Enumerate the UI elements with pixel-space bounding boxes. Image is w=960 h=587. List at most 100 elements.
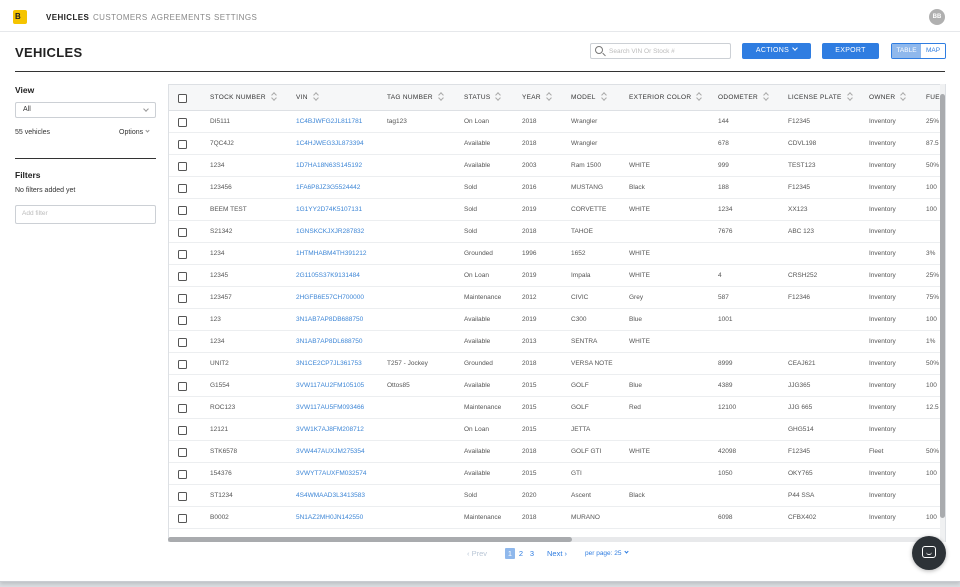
user-avatar[interactable]: BB [929,9,945,25]
table-row[interactable]: 123457 2HGFB6E57CH700000 Maintenance 2012 CI… [169,287,945,309]
vin-link[interactable]: 2G1105S37K9131484 [296,265,384,287]
vin-link[interactable]: 1FA6P8JZ3G5524442 [296,177,384,199]
vin-link[interactable]: 3VW117AU2FM105105 [296,375,384,397]
table-view-button[interactable]: TABLE [892,44,921,58]
sort-icon[interactable] [271,92,277,101]
table-row[interactable]: BEEM TEST 1G1YY2D74K5107131 Sold 2019 CORVET… [169,199,945,221]
row-checkbox[interactable] [178,470,187,479]
sort-icon[interactable] [696,92,702,101]
nav-agreements[interactable]: AGREEMENTS [151,13,211,22]
horizontal-scroll-thumb[interactable] [168,537,572,542]
sort-icon[interactable] [313,92,319,101]
sort-icon[interactable] [601,92,607,101]
table-row[interactable]: 1234 1HTMHABM4TH391212 Grounded 1996 1652 WHI… [169,243,945,265]
vin-link[interactable]: 1GNSKCKJXJR287832 [296,221,384,243]
row-checkbox[interactable] [178,448,187,457]
search-input[interactable] [609,45,727,57]
table-row[interactable]: 12345 2G1105S37K9131484 On Loan 2019 Impala W… [169,265,945,287]
row-checkbox[interactable] [178,206,187,215]
vin-link[interactable]: 1C4BJWFG2JL811781 [296,111,384,133]
row-checkbox[interactable] [178,360,187,369]
vertical-scrollbar[interactable] [940,84,945,542]
row-checkbox[interactable] [178,514,187,523]
row-checkbox[interactable] [178,426,187,435]
vin-link[interactable]: 1C4HJWEG3JL873394 [296,133,384,155]
row-checkbox[interactable] [178,404,187,413]
vin-link[interactable]: 4S4WMAAD3L3413583 [296,485,384,507]
table-row[interactable]: 1234 1D7HA18N63S145192 Available 2003 Ram 15… [169,155,945,177]
page-3-link[interactable]: 3 [527,548,537,559]
table-row[interactable]: G1554 3VW117AU2FM105105 Ottos85 Available 20… [169,375,945,397]
actions-button[interactable]: ACTIONS [742,43,811,59]
sort-icon[interactable] [900,92,906,101]
vin-link[interactable]: 2HGFB6E57CH700000 [296,287,384,309]
table-row[interactable]: 1234 3N1AB7AP8DL688750 Available 2013 SENTRA… [169,331,945,353]
chat-button[interactable] [912,536,946,570]
table-row[interactable]: UNIT2 3N1CE2CP7JL361753 T257 - Jockey Groun… [169,353,945,375]
row-checkbox[interactable] [178,316,187,325]
table-row[interactable]: 123 3N1AB7AP8DB688750 Available 2019 C300 Blu… [169,309,945,331]
row-checkbox[interactable] [178,250,187,259]
vin-link[interactable]: 3N1AB7AP8DB688750 [296,309,384,331]
table-row[interactable]: ST1234 4S4WMAAD3L3413583 Sold 2020 Ascent Bla… [169,485,945,507]
row-checkbox[interactable] [178,272,187,281]
vin-link[interactable]: 3VW117AU5FM093466 [296,397,384,419]
prev-page-link[interactable]: ‹ Prev [467,549,487,559]
table-cell: GHG514 [788,426,814,433]
sort-icon[interactable] [495,92,501,101]
vertical-scroll-thumb[interactable] [940,94,945,518]
table-row[interactable]: 154376 3VWYT7AUXFM032574 Available 2015 GTI 1… [169,463,945,485]
row-checkbox[interactable] [178,184,187,193]
row-checkbox[interactable] [178,228,187,237]
table-cell: TAHOE [571,228,593,235]
table-row[interactable]: DI5111 1C4BJWFG2JL811781 tag123 On Loan 2018… [169,111,945,133]
vin-link[interactable]: 1G1YY2D74K5107131 [296,199,384,221]
vin-link[interactable]: 3VW1K7AJ8FM208712 [296,419,384,441]
select-all-checkbox[interactable] [178,94,187,103]
row-checkbox[interactable] [178,140,187,149]
sort-icon[interactable] [847,92,853,101]
sort-icon[interactable] [763,92,769,101]
table-row[interactable]: B0002 5N1AZ2MH0JN142550 Maintenance 2018 MUR… [169,507,945,529]
table-row[interactable]: S21342 1GNSKCKJXJR287832 Sold 2018 TAHOE 7676… [169,221,945,243]
sort-icon[interactable] [438,92,444,101]
map-view-button[interactable]: MAP [921,44,945,58]
vin-link[interactable]: 3N1AB7AP8DL688750 [296,331,384,353]
page-1-link[interactable]: 1 [505,548,515,559]
sort-icon[interactable] [546,92,552,101]
page-2-link[interactable]: 2 [516,548,526,559]
table-row[interactable]: 7QC4J2 1C4HJWEG3JL873394 Available 2018 Wran… [169,133,945,155]
table-row[interactable]: 123456 1FA6P8JZ3G5524442 Sold 2016 MUSTANG Bl… [169,177,945,199]
table-cell: DI5111 [210,118,230,125]
vin-link[interactable]: 1D7HA18N63S145192 [296,155,384,177]
view-select[interactable]: All [15,102,156,118]
table-row[interactable]: STK6578 3VW447AUXJM275354 Available 2018 GOL… [169,441,945,463]
table-row[interactable]: 12121 3VW1K7AJ8FM208712 On Loan 2015 JETTA GH… [169,419,945,441]
row-checkbox[interactable] [178,294,187,303]
horizontal-scrollbar[interactable] [168,537,939,542]
row-checkbox[interactable] [178,382,187,391]
vin-link[interactable]: 3VW447AUXJM275354 [296,441,384,463]
nav-settings[interactable]: SETTINGS [214,13,257,22]
brand-logo[interactable]: B [13,10,27,24]
add-filter-input[interactable] [22,210,147,217]
options-dropdown[interactable]: Options [119,128,150,136]
row-checkbox[interactable] [178,162,187,171]
add-filter-field[interactable] [15,205,156,224]
export-button[interactable]: EXPORT [822,43,879,59]
vin-link[interactable]: 3VWYT7AUXFM032574 [296,463,384,485]
table-row[interactable]: ROC123 3VW117AU5FM093466 Maintenance 2015 GO… [169,397,945,419]
search-box[interactable] [590,43,731,59]
row-checkbox[interactable] [178,338,187,347]
vin-link[interactable]: 1HTMHABM4TH391212 [296,243,384,265]
nav-customers[interactable]: CUSTOMERS [93,13,148,22]
nav-vehicles[interactable]: VEHICLES [46,13,89,22]
vin-link[interactable]: 3N1CE2CP7JL361753 [296,353,384,375]
column-header[interactable]: EXTERIOR COLOR [629,85,729,111]
row-checkbox[interactable] [178,492,187,501]
column-header[interactable]: STOCK NUMBER [210,85,300,111]
vin-link[interactable]: 5N1AZ2MH0JN142550 [296,507,384,529]
row-checkbox[interactable] [178,118,187,127]
per-page-select[interactable]: per page: 25 [585,549,629,559]
next-page-link[interactable]: Next › [547,549,567,559]
